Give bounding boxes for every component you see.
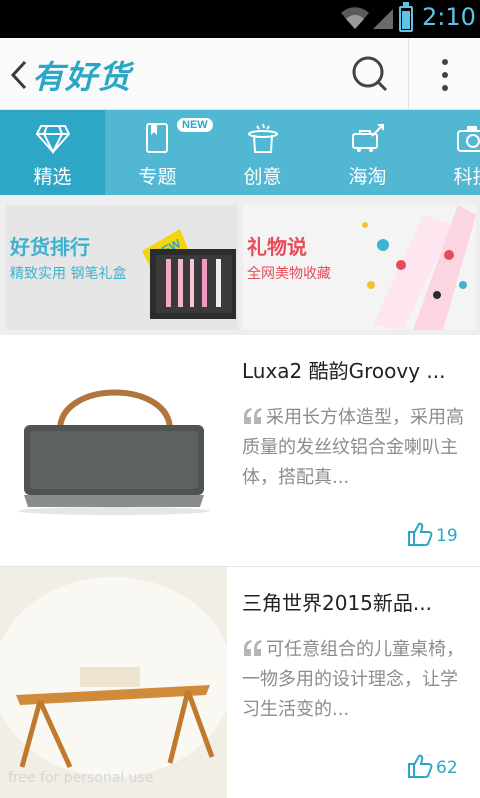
thumbs-up-icon [408,754,433,778]
battery-icon [399,2,413,32]
feed-description-text: 可任意组合的儿童桌椅，一物多用的设计理念，让学习生活变的... [242,639,464,720]
tab-label: 专题 [138,166,177,188]
tab-label: 科技 [453,166,480,188]
kids-table-image [0,567,227,798]
thumbs-up-icon [408,522,433,546]
banner-ranking[interactable]: 好货排行 精致实用 钢笔礼盒 NEW [6,205,238,330]
category-tabs: 精选 NEW 专题 创意 海淘 科技 [0,110,480,195]
feed-description: 采用长方体造型，采用高质量的发丝纹铝合金喇叭主体，搭配真... [242,403,464,493]
magic-hat-icon [247,123,278,153]
like-button[interactable]: 62 [407,753,467,781]
pen-gift-box-image: NEW [142,229,236,319]
banner-subtitle: 全网美物收藏 [247,266,331,282]
new-badge: NEW [177,118,213,132]
feed-item[interactable]: Luxa2 酷韵Groovy ... 采用长方体造型，采用高质量的发丝纹铝合金喇… [0,335,480,567]
diamond-icon [35,125,70,154]
tab-label: 海淘 [348,166,387,188]
quote-icon [244,640,262,656]
bookmark-icon [145,123,168,153]
camera-icon [456,126,480,152]
banner-gifts[interactable]: 礼物说 全网美物收藏 [243,205,476,330]
like-count: 62 [436,758,458,778]
banner-subtitle: 精致实用 钢笔礼盒 [10,266,127,282]
back-icon[interactable] [8,58,30,92]
quote-icon [244,408,262,424]
status-time: 2:10 [422,3,476,31]
banner-row: 好货排行 精致实用 钢笔礼盒 NEW 礼物说 全网美物收藏 [0,195,480,335]
tab-topics[interactable]: NEW 专题 [105,110,213,195]
signal-icon [373,9,393,29]
tab-label: 创意 [243,166,282,188]
cosmetics-image [362,205,476,330]
tab-label: 精选 [33,166,72,188]
wifi-icon [341,7,369,29]
tab-overseas[interactable]: 海淘 [315,110,420,195]
speaker-image [0,335,227,566]
feed-title: Luxa2 酷韵Groovy ... [242,359,446,383]
watermark: free for personal use [8,770,154,786]
tab-featured[interactable]: 精选 [0,110,105,195]
app-title: 有好货 [32,58,132,96]
banner-title: 好货排行 [10,235,90,259]
feed-item[interactable]: 三角世界2015新品... 可任意组合的儿童桌椅，一物多用的设计理念，让学习生活… [0,567,480,798]
like-button[interactable]: 19 [407,521,467,549]
status-bar: 2:10 [0,0,480,38]
action-bar: 有好货 [0,38,480,110]
action-divider [408,38,409,110]
tab-tech[interactable]: 科技 [420,110,480,195]
feed-description: 可任意组合的儿童桌椅，一物多用的设计理念，让学习生活变的... [242,635,464,725]
overflow-menu-icon[interactable] [420,48,470,102]
airplane-icon [351,124,384,152]
like-count: 19 [436,526,458,546]
feed-title: 三角世界2015新品... [242,591,432,615]
tab-creative[interactable]: 创意 [210,110,315,195]
banner-title: 礼物说 [247,235,307,259]
search-icon[interactable] [340,48,400,102]
feed-description-text: 采用长方体造型，采用高质量的发丝纹铝合金喇叭主体，搭配真... [242,407,464,488]
